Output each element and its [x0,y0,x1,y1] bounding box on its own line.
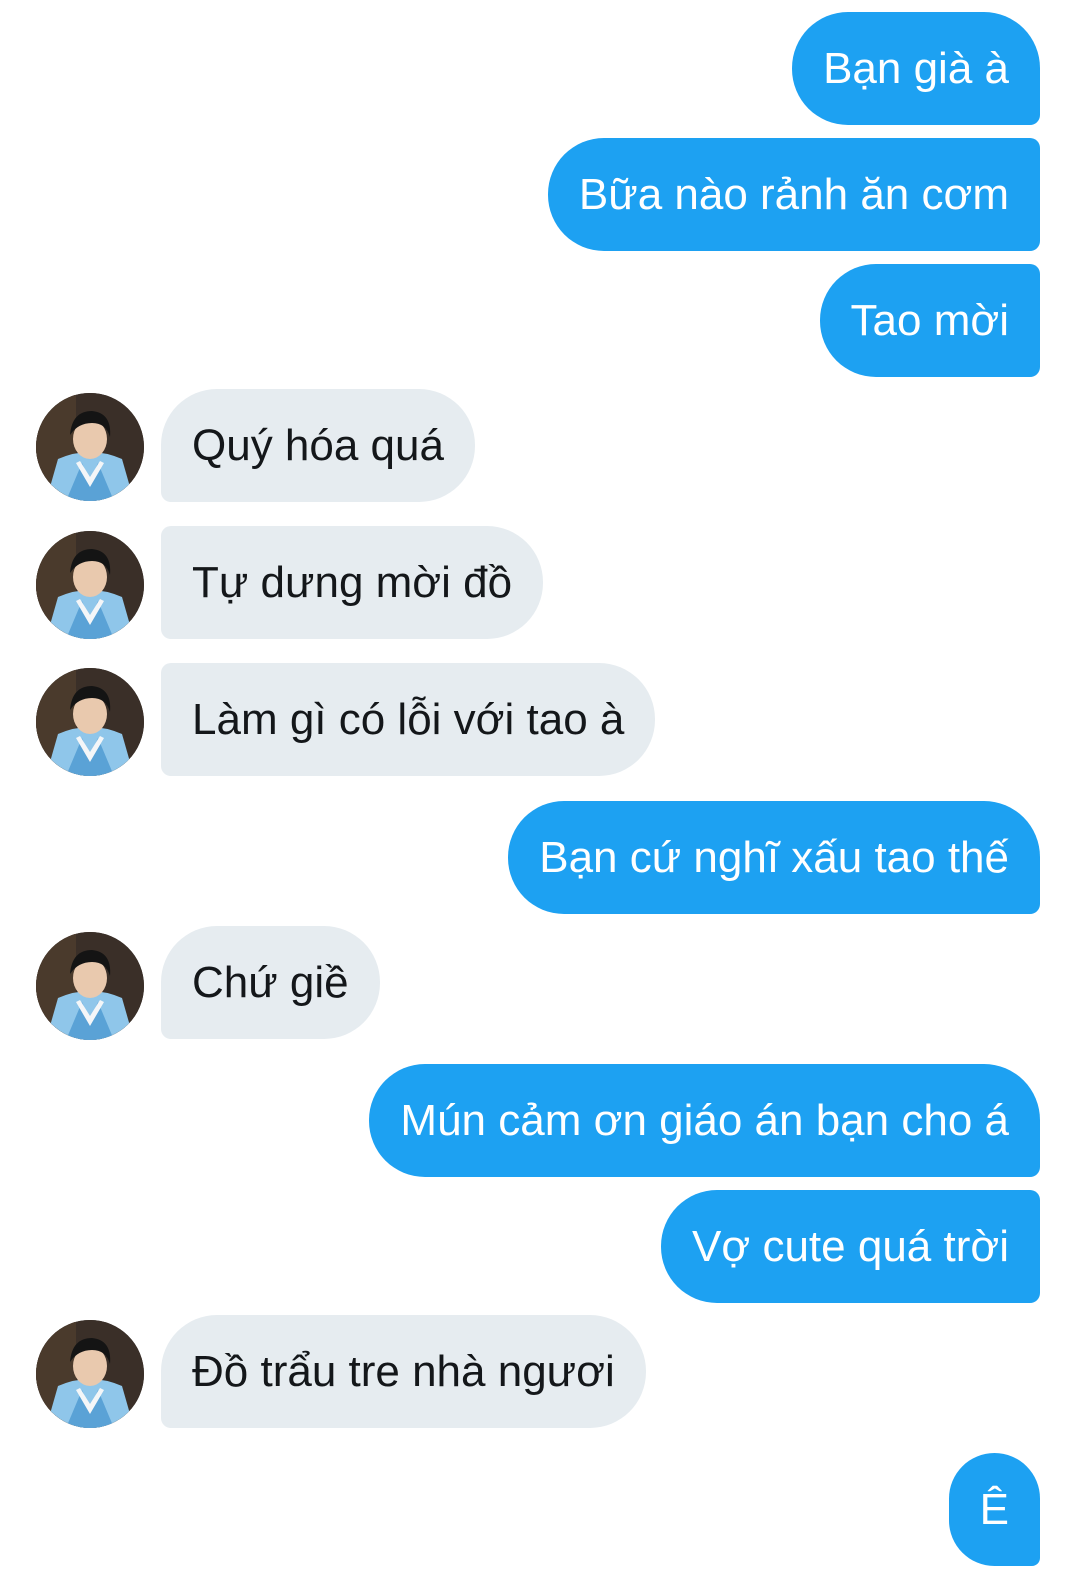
contact-avatar[interactable] [36,531,144,639]
outgoing-message[interactable]: Vợ cute quá trời [661,1190,1040,1303]
message-text: Bữa nào rảnh ăn cơm [578,169,1009,219]
message-text: Vợ cute quá trời [692,1221,1009,1271]
contact-avatar[interactable] [36,668,144,776]
outgoing-message[interactable]: Bữa nào rảnh ăn cơm [547,138,1040,251]
outgoing-message[interactable]: Bạn cứ nghĩ xấu tao thế [508,801,1040,914]
message-text: Ê [979,1484,1009,1534]
incoming-message[interactable]: Đồ trẩu tre nhà ngươi [161,1315,646,1428]
message-text: Tao mời [850,295,1009,345]
avatar-photo-icon [36,668,144,776]
incoming-message[interactable]: Chứ giề [161,926,380,1039]
avatar-photo-icon [36,393,144,501]
incoming-message[interactable]: Tự dưng mời đồ [161,526,544,639]
outgoing-message[interactable]: Mún cảm ơn giáo án bạn cho á [369,1064,1040,1177]
avatar-photo-icon [36,1320,144,1428]
message-text: Làm gì có lỗi với tao à [192,694,625,744]
message-text: Quý hóa quá [192,420,444,470]
contact-avatar[interactable] [36,1320,144,1428]
contact-avatar[interactable] [36,393,144,501]
incoming-message[interactable]: Làm gì có lỗi với tao à [161,663,656,776]
outgoing-message[interactable]: Ê [948,1453,1040,1566]
avatar-photo-icon [36,932,144,1040]
message-text: Bạn cứ nghĩ xấu tao thế [539,832,1009,882]
avatar-photo-icon [36,531,144,639]
message-text: Chứ giề [192,957,349,1007]
outgoing-message[interactable]: Bạn già à [792,12,1040,125]
contact-avatar[interactable] [36,932,144,1040]
incoming-message[interactable]: Quý hóa quá [161,389,475,502]
message-text: Mún cảm ơn giáo án bạn cho á [400,1095,1009,1145]
message-text: Bạn già à [823,43,1009,93]
outgoing-message[interactable]: Tao mời [819,264,1040,377]
message-text: Tự dưng mời đồ [192,557,513,607]
message-text: Đồ trẩu tre nhà ngươi [192,1346,615,1396]
